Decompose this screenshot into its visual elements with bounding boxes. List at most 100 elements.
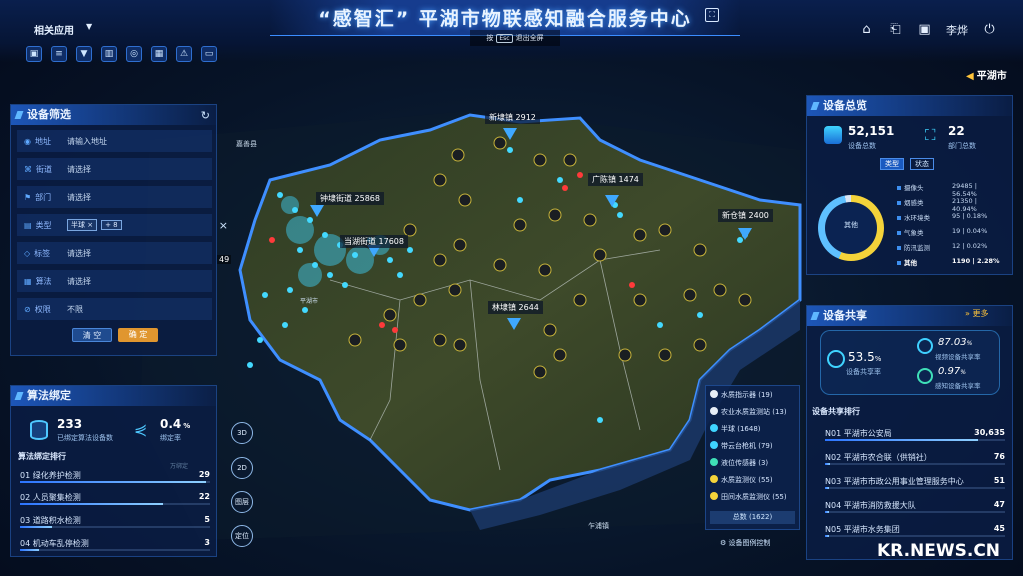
algo-rank-row[interactable]: 04 机动车乱停检测 3 xyxy=(20,538,210,551)
layers-icon[interactable]: ≡ xyxy=(51,46,67,62)
filter-address-row[interactable]: ◉ 地址 请输入地址 xyxy=(17,130,212,152)
map-callout-lindai[interactable]: 林埭镇 2644 xyxy=(488,301,543,314)
power-icon[interactable]: ⏻ xyxy=(982,23,997,37)
filter-tag-row[interactable]: ◇ 标签 请选择 xyxy=(17,242,212,264)
legend-swatch xyxy=(710,492,718,500)
filter-label: 部门 xyxy=(35,192,52,202)
legend-item[interactable]: 水质监测仪 (55) xyxy=(710,475,773,485)
legend-label: 水质监测仪 (55) xyxy=(721,476,773,484)
algo-rank-row[interactable]: 01 绿化养护检测 29 xyxy=(20,470,210,483)
rank-label: 02 人员聚集检测 xyxy=(20,493,81,502)
alarm-icon[interactable]: ⚠ xyxy=(176,46,192,62)
share-more-label: 更多 xyxy=(972,309,989,318)
fullscreen-icon[interactable]: ⛶ xyxy=(705,8,719,22)
header-actions: ⌂ ⎗ ▣ 李烨 ⏻ xyxy=(859,22,997,38)
share-rank-row[interactable]: N04 平湖市消防救援大队 47 xyxy=(825,500,1005,513)
tab-status[interactable]: 状态 xyxy=(910,158,934,170)
filter-street-row[interactable]: ⌘ 街道 请选择 xyxy=(17,158,212,180)
map-layer-button[interactable]: 图层 xyxy=(231,491,253,513)
app-toolbar: ▣ ≡ ▼ ▥ ◎ ▦ ⚠ ▭ xyxy=(26,46,217,62)
filter-department-row[interactable]: ⚑ 部门 请选择 xyxy=(17,186,212,208)
map-locate-button[interactable]: 定位 xyxy=(231,525,253,547)
overview-item: 水环境类 95 | 0.18% xyxy=(897,212,1002,222)
share-rank-row[interactable]: N05 平湖市水务集团 45 xyxy=(825,524,1005,537)
map-place-label: 平湖市 xyxy=(300,298,319,305)
sensor-share-label: 感知设备共享率 xyxy=(935,382,981,390)
map-2d-button[interactable]: 2D xyxy=(231,457,253,479)
map-callout-xincang[interactable]: 新仓镇 2400 xyxy=(718,209,773,222)
rank-fill xyxy=(825,511,829,513)
bus-icon[interactable]: ▣ xyxy=(26,46,42,62)
map-callout-xindai[interactable]: 新埭镇 2912 xyxy=(485,111,540,124)
clear-button[interactable]: 清 空 xyxy=(72,328,112,342)
share-rank-row[interactable]: N02 平湖市农合联（供销社） 76 xyxy=(825,452,1005,465)
device-share-value: 53.5 xyxy=(848,350,875,364)
legend-item[interactable]: 带云台枪机 (79) xyxy=(710,441,773,451)
legend-swatch xyxy=(710,407,718,415)
video-share-ring xyxy=(917,338,933,354)
algo-rank-row[interactable]: 02 人员聚集检测 22 xyxy=(20,492,210,505)
target-icon[interactable]: ◎ xyxy=(126,46,142,62)
filter-icon[interactable]: ▼ xyxy=(76,46,92,62)
building-icon[interactable]: ▥ xyxy=(101,46,117,62)
address-input[interactable]: 请输入地址 xyxy=(67,136,107,147)
map-callout-danghu[interactable]: 当湖街道 17608 xyxy=(340,235,408,248)
legend-item[interactable]: 水质指示器 (19) xyxy=(710,390,773,400)
algo-rank-row[interactable]: 03 道路积水检测 5 xyxy=(20,515,210,528)
legend-swatch xyxy=(710,458,718,466)
monitor-icon[interactable]: ▭ xyxy=(201,46,217,62)
legend-item[interactable]: 田间水质监测仪 (55) xyxy=(710,492,787,502)
rank-label: N04 平湖市消防救援大队 xyxy=(825,501,916,510)
legend-item[interactable]: 半球 (1648) xyxy=(710,424,761,434)
ring-center-label: 其他 xyxy=(844,221,858,229)
algo-ranking-hint: 万绑定 xyxy=(170,463,189,470)
user-name[interactable]: 李烨 xyxy=(946,22,968,38)
permission-select[interactable]: 不限 xyxy=(67,304,83,315)
map-callout-guangchen[interactable]: 广陈镇 1474 xyxy=(588,173,643,186)
rank-value: 29 xyxy=(198,470,210,479)
region-selector[interactable]: ◀ 平湖市 xyxy=(966,67,1007,82)
grid-icon[interactable]: ▦ xyxy=(151,46,167,62)
rank-value: 3 xyxy=(204,538,210,547)
video-share-unit: % xyxy=(966,340,973,347)
rank-fill xyxy=(825,439,978,441)
algorithm-select[interactable]: 请选择 xyxy=(67,276,91,287)
type-more-chip[interactable]: + 8 xyxy=(101,220,122,230)
share-rank-row[interactable]: N03 平湖市市政公用事业管理服务中心 51 xyxy=(825,476,1005,489)
department-select[interactable]: 请选择 xyxy=(67,192,91,203)
overview-item: 摄像头 29485 | 56.54% xyxy=(897,182,1002,198)
filter-algorithm-row[interactable]: ▦ 算法 请选择 xyxy=(17,270,212,292)
map-place-label: 嘉善县 xyxy=(236,140,257,148)
filter-permission-row[interactable]: ⊘ 权限 不限 xyxy=(17,298,212,320)
street-select[interactable]: 请选择 xyxy=(67,164,91,175)
share-rank-row[interactable]: N01 平湖市公安局 30,635 xyxy=(825,428,1005,441)
clear-type-icon[interactable]: × xyxy=(219,219,228,232)
overview-item-value: 29485 | 56.54% xyxy=(952,182,977,198)
device-share-unit: % xyxy=(874,355,882,363)
confirm-button[interactable]: 确 定 xyxy=(118,328,158,342)
tab-type[interactable]: 类型 xyxy=(880,158,904,170)
refresh-icon[interactable]: ↻ xyxy=(201,109,210,122)
overview-item: 烟感类 21350 | 40.94% xyxy=(897,197,1002,213)
rank-label: 04 机动车乱停检测 xyxy=(20,539,89,548)
type-chip[interactable]: 半球 × xyxy=(67,219,98,231)
rank-value: 51 xyxy=(993,476,1005,485)
rank-fill xyxy=(825,535,829,537)
legend-item[interactable]: 农业水质监测站 (13) xyxy=(710,407,787,417)
legend-total: 总数 (1622) xyxy=(710,511,795,524)
exit-door-icon[interactable]: ⎗ xyxy=(888,23,903,37)
location-icon: ◉ xyxy=(24,136,31,146)
legend-swatch xyxy=(710,424,718,432)
tag-select[interactable]: 请选择 xyxy=(67,248,91,259)
legend-control-button[interactable]: ⚙ 设备图例控制 xyxy=(720,538,771,548)
filter-type-row[interactable]: ▤ 类型 半球 × + 8 × xyxy=(17,214,228,236)
street-icon: ⌘ xyxy=(24,164,32,174)
related-apps-menu[interactable]: 相关应用 ▼ xyxy=(34,22,92,37)
overview-item-value: 95 | 0.18% xyxy=(952,212,988,220)
screen-user-icon[interactable]: ▣ xyxy=(917,23,932,37)
map-3d-button[interactable]: 3D xyxy=(231,422,253,444)
home-icon[interactable]: ⌂ xyxy=(859,23,874,37)
legend-item[interactable]: 液位传感器 (3) xyxy=(710,458,768,468)
share-more-link[interactable]: » 更多 xyxy=(965,308,988,319)
map-callout-zhongdai[interactable]: 钟埭街道 25868 xyxy=(316,192,384,205)
